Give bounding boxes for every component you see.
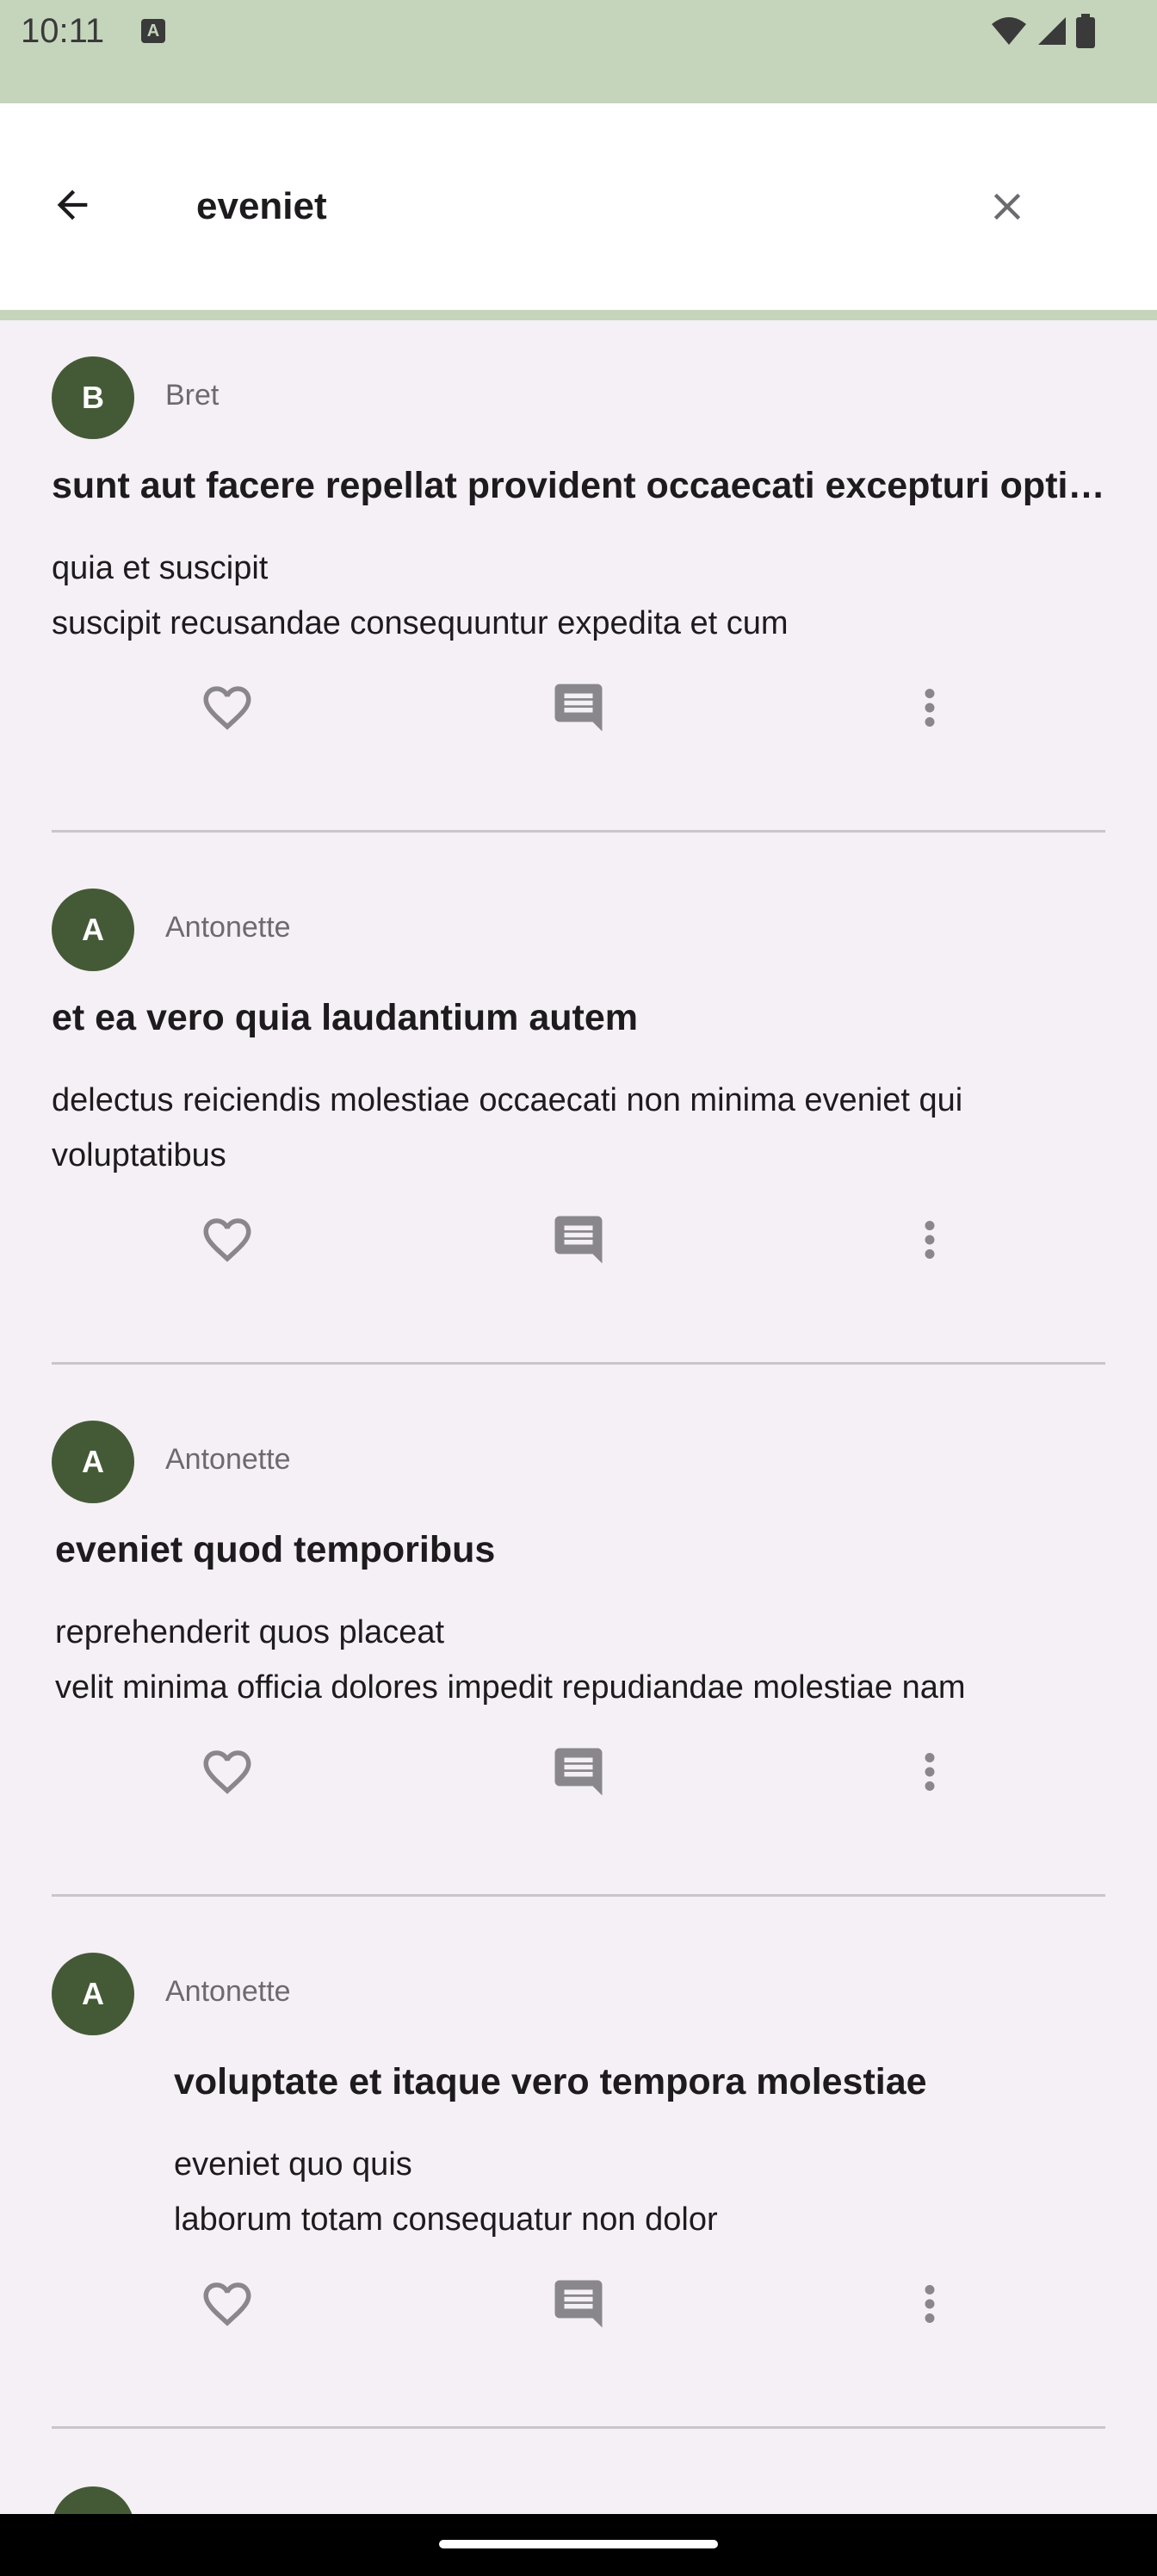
comment-button[interactable] <box>544 2269 613 2338</box>
status-indicators <box>990 14 1095 48</box>
divider <box>52 1894 1105 1897</box>
comment-button[interactable] <box>544 673 613 742</box>
like-button[interactable] <box>193 1205 262 1274</box>
post-actions <box>0 2269 1157 2338</box>
more-vert-icon <box>925 689 935 727</box>
more-button[interactable] <box>895 2269 964 2338</box>
clear-search-button[interactable] <box>973 172 1042 241</box>
heart-outline-icon <box>203 1218 251 1262</box>
more-button[interactable] <box>895 673 964 742</box>
home-indicator[interactable] <box>439 2540 718 2548</box>
avatar[interactable]: A <box>52 1953 134 2035</box>
notification-app-icon: A <box>141 19 165 43</box>
search-divider <box>0 310 1157 320</box>
post-title: eveniet quod temporibus <box>55 1529 496 1570</box>
wifi-icon <box>992 17 1026 45</box>
close-icon <box>993 193 1021 220</box>
comment-icon <box>554 684 603 732</box>
like-button[interactable] <box>193 673 262 742</box>
post-title: voluptate et itaque vero tempora molesti… <box>174 2061 927 2102</box>
comment-icon <box>554 1216 603 1264</box>
more-button[interactable] <box>895 1205 964 1274</box>
post-card[interactable]: A Antonette voluptate et itaque vero tem… <box>0 1917 1157 2449</box>
post-author: Antonette <box>165 1975 291 2008</box>
post-body: delectus reiciendis molestiae occaecati … <box>52 1082 963 1173</box>
avatar[interactable]: B <box>52 356 134 439</box>
avatar[interactable]: A <box>52 889 134 971</box>
post-body: quia et suscipit suscipit recusandae con… <box>52 550 789 641</box>
post-author: Antonette <box>165 911 291 944</box>
more-button[interactable] <box>895 1737 964 1806</box>
like-button[interactable] <box>193 2269 262 2338</box>
comment-icon <box>554 1748 603 1796</box>
post-title: et ea vero quia laudantium autem <box>52 997 639 1038</box>
post-body: reprehenderit quos placeat velit minima … <box>55 1614 966 1706</box>
post-author: Antonette <box>165 1443 291 1476</box>
avatar[interactable]: A <box>52 1421 134 1503</box>
more-vert-icon <box>925 2285 935 2323</box>
divider <box>52 1362 1105 1365</box>
post-title: sunt aut facere repellat provident occae… <box>52 465 1105 506</box>
post-body: eveniet quo quis laborum totam consequat… <box>174 2146 718 2238</box>
status-time: 10:11 <box>21 12 105 50</box>
like-button[interactable] <box>193 1737 262 1806</box>
post-actions <box>0 1737 1157 1806</box>
more-vert-icon <box>925 1221 935 1259</box>
post-list[interactable]: B Bret sunt aut facere repellat providen… <box>0 320 1157 2514</box>
divider <box>52 830 1105 833</box>
post-actions <box>0 1205 1157 1274</box>
comment-icon <box>554 2280 603 2328</box>
search-input[interactable] <box>196 172 937 241</box>
heart-outline-icon <box>203 1750 251 1794</box>
back-button[interactable] <box>38 170 107 239</box>
heart-outline-icon <box>203 686 251 730</box>
status-bar: 10:11 A <box>0 0 1157 103</box>
post-author: Bret <box>165 379 220 412</box>
post-card[interactable]: B Bret sunt aut facere repellat providen… <box>0 320 1157 852</box>
post-card[interactable]: A Antonette et ea vero quia laudantium a… <box>0 852 1157 1384</box>
more-vert-icon <box>925 1753 935 1791</box>
comment-button[interactable] <box>544 1205 613 1274</box>
arrow-left-icon <box>57 189 88 220</box>
post-actions <box>0 673 1157 742</box>
post-card[interactable]: A Antonette eveniet quod temporibus repr… <box>0 1384 1157 1917</box>
heart-outline-icon <box>203 2282 251 2326</box>
battery-icon <box>1076 14 1095 48</box>
divider <box>52 2426 1105 2429</box>
comment-button[interactable] <box>544 1737 613 1806</box>
cell-signal-icon <box>1038 17 1066 45</box>
